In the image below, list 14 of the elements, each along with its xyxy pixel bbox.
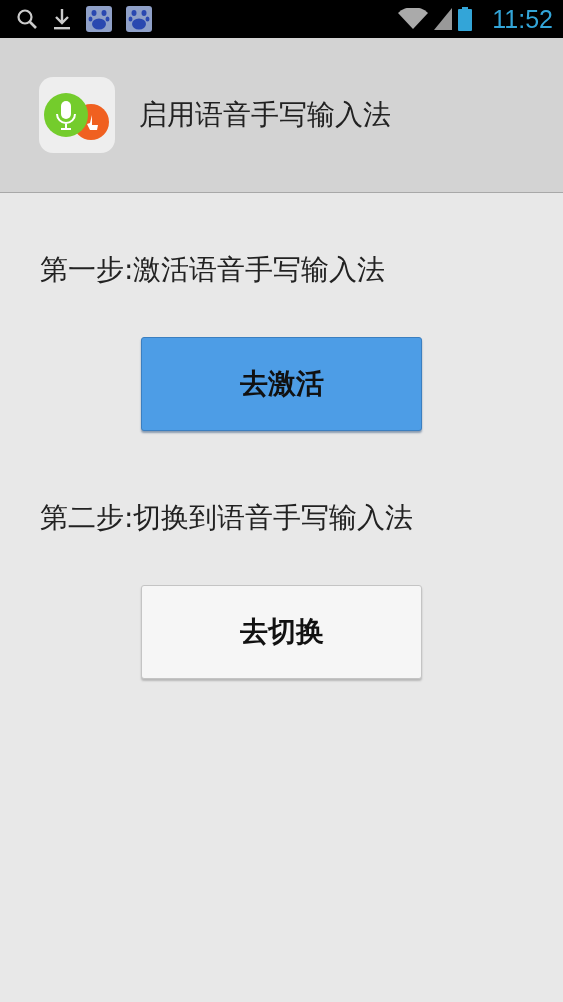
clock-time: 11:52 — [492, 4, 553, 34]
step-text: 第一步:激活语音手写输入法 — [40, 252, 387, 288]
battery-icon — [458, 7, 473, 31]
paw-icon — [86, 6, 112, 32]
signal-icon — [434, 8, 453, 30]
step-text: 第二步:切换到语音手写输入法 — [40, 500, 415, 536]
wifi-icon — [398, 8, 429, 30]
switch-button[interactable]: 去切换 — [141, 585, 422, 679]
activate-button[interactable]: 去激活 — [141, 337, 422, 431]
paw-icon — [126, 6, 152, 32]
download-icon — [52, 7, 72, 31]
page-title: 启用语音手写输入法 — [139, 97, 391, 133]
search-icon — [16, 8, 38, 30]
app-icon — [39, 77, 115, 153]
